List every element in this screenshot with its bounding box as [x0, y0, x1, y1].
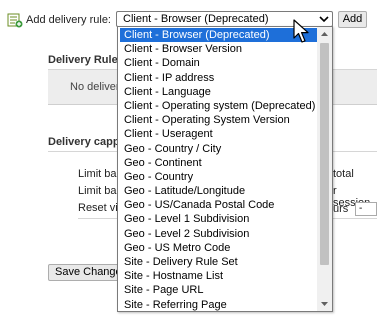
add-rule-icon: [7, 13, 23, 28]
option-site-page-url[interactable]: Site - Page URL: [120, 283, 317, 297]
option-geo-country[interactable]: Geo - Country: [120, 170, 317, 184]
option-client-language[interactable]: Client - Language: [120, 85, 317, 99]
scroll-down-arrow-icon[interactable]: [317, 297, 332, 311]
option-geo-level1-subdivision[interactable]: Geo - Level 1 Subdivision: [120, 212, 317, 226]
limit-total-suffix: total: [333, 168, 354, 180]
scrollbar-thumb[interactable]: [320, 43, 329, 265]
option-geo-country-city[interactable]: Geo - Country / City: [120, 142, 317, 156]
option-client-domain[interactable]: Client - Domain: [120, 56, 317, 70]
option-client-browser-version[interactable]: Client - Browser Version: [120, 42, 317, 56]
option-client-os-deprecated[interactable]: Client - Operating system (Deprecated): [120, 99, 317, 113]
option-client-useragent[interactable]: Client - Useragent: [120, 127, 317, 141]
delivery-rules-header: Delivery Rule: [48, 54, 118, 66]
limit-total-label: Limit ba: [78, 168, 117, 180]
mouse-pointer-icon: [293, 19, 309, 43]
option-site-referring-page[interactable]: Site - Referring Page: [120, 298, 317, 312]
option-list: Client - Browser (Deprecated) Client - B…: [120, 28, 317, 312]
scroll-up-arrow-icon[interactable]: [317, 27, 332, 41]
option-geo-level2-subdivision[interactable]: Geo - Level 2 Subdivision: [120, 227, 317, 241]
add-delivery-rule-label: Add delivery rule:: [26, 14, 111, 26]
no-rules-text: No deliver: [70, 81, 120, 93]
option-geo-continent[interactable]: Geo - Continent: [120, 156, 317, 170]
delivery-rule-dropdown-list[interactable]: Client - Browser (Deprecated) Client - B…: [117, 26, 333, 312]
dropdown-scrollbar[interactable]: [317, 27, 332, 311]
delivery-capping-header: Delivery capp: [48, 136, 120, 148]
option-site-hostname-list[interactable]: Site - Hostname List: [120, 269, 317, 283]
save-changes-button[interactable]: Save Change: [48, 264, 123, 281]
option-client-os-version[interactable]: Client - Operating System Version: [120, 113, 317, 127]
option-geo-lat-long[interactable]: Geo - Latitude/Longitude: [120, 184, 317, 198]
option-client-browser-deprecated[interactable]: Client - Browser (Deprecated): [120, 28, 317, 43]
option-geo-us-metro-code[interactable]: Geo - US Metro Code: [120, 241, 317, 255]
delivery-rule-select-value: Client - Browser (Deprecated): [123, 13, 269, 25]
option-site-delivery-rule-set[interactable]: Site - Delivery Rule Set: [120, 255, 317, 269]
option-client-ip-address[interactable]: Client - IP address: [120, 71, 317, 85]
option-geo-postal-code[interactable]: Geo - US/Canada Postal Code: [120, 198, 317, 212]
reset-hours-input[interactable]: -: [355, 202, 377, 216]
reset-visits-label: Reset vi: [78, 202, 118, 214]
add-rule-button[interactable]: Add: [338, 11, 367, 28]
reset-hours-suffix: urs: [333, 203, 349, 215]
limit-session-label: Limit ba: [78, 185, 117, 197]
chevron-down-icon: [319, 16, 329, 23]
